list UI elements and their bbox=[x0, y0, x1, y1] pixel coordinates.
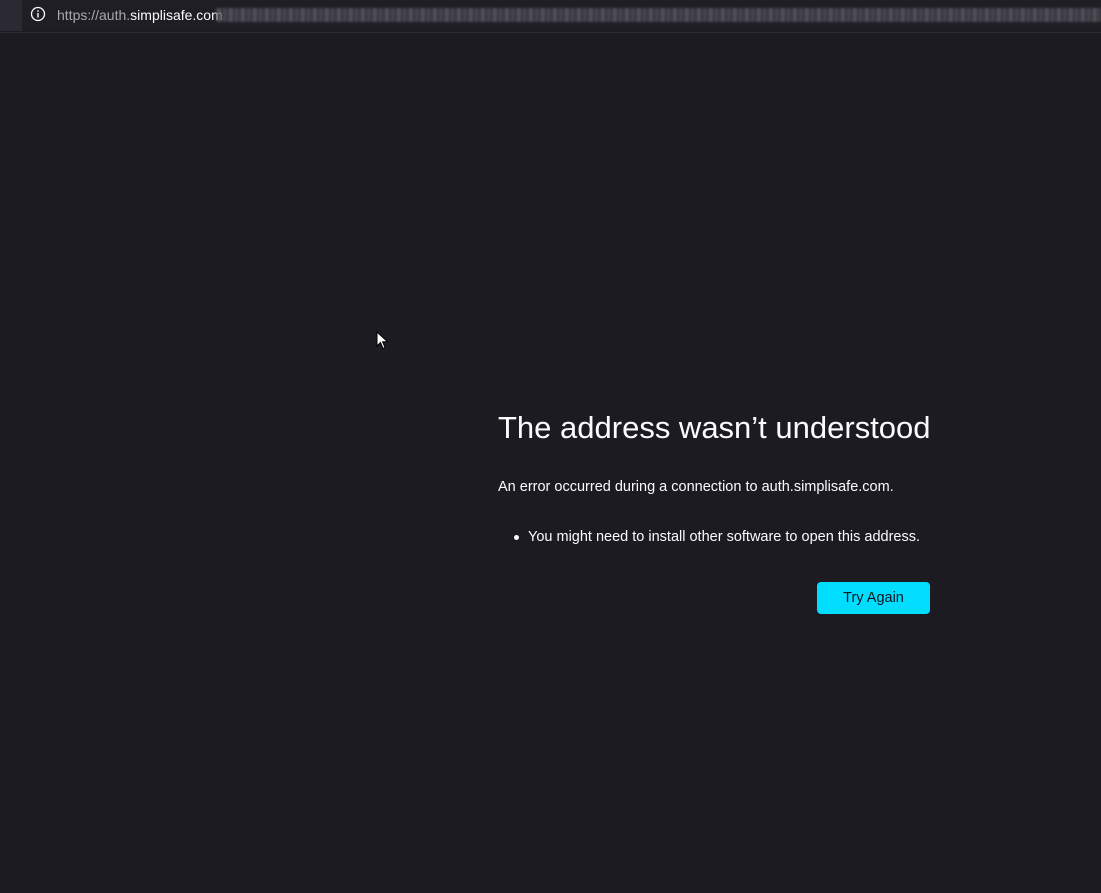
list-item: You might need to install other software… bbox=[498, 528, 920, 546]
mouse-cursor-icon bbox=[376, 331, 389, 350]
toolbar-edge bbox=[0, 0, 22, 31]
url-obscured-path bbox=[216, 8, 1101, 22]
error-description: An error occurred during a connection to… bbox=[498, 479, 894, 495]
url-host: simplisafe.com bbox=[130, 7, 223, 23]
url-bar[interactable]: https://auth.simplisafe.com bbox=[0, 0, 1101, 33]
url-text[interactable]: https://auth.simplisafe.com bbox=[57, 6, 223, 24]
info-icon[interactable] bbox=[30, 6, 46, 22]
error-container: The address wasn’t understood An error o… bbox=[498, 408, 938, 614]
error-title: The address wasn’t understood bbox=[498, 410, 931, 445]
bullet-icon bbox=[514, 535, 519, 540]
suggestion-text: You might need to install other software… bbox=[528, 529, 921, 545]
error-suggestions: You might need to install other software… bbox=[498, 528, 920, 546]
url-scheme: https://auth. bbox=[57, 7, 131, 23]
try-again-button[interactable]: Try Again bbox=[817, 582, 930, 614]
